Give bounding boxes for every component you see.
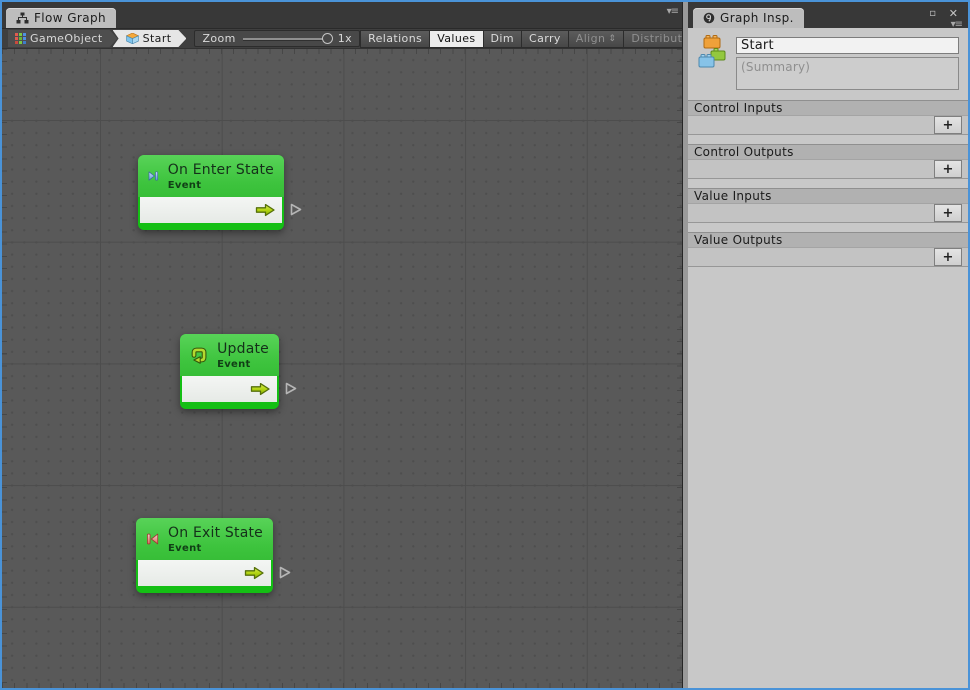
- add-control-input-button[interactable]: +: [934, 116, 962, 134]
- breadcrumb-start-label: Start: [143, 32, 172, 45]
- node-on-enter-state[interactable]: On Enter State Event: [138, 155, 284, 230]
- update-loop-icon: [189, 342, 209, 368]
- section-header: Control Inputs: [688, 100, 968, 116]
- flow-graph-icon: [16, 12, 29, 24]
- zoom-control: Zoom 1x: [194, 30, 360, 47]
- zoom-label: Zoom: [202, 32, 235, 45]
- graph-blocks-icon: [697, 34, 727, 70]
- node-port-row: [138, 560, 271, 586]
- values-button[interactable]: Values: [430, 30, 483, 48]
- align-button: Align⇕: [569, 30, 625, 48]
- on-enter-state-icon: [147, 163, 160, 189]
- maximize-icon[interactable]: ▫: [929, 8, 936, 20]
- breadcrumb-gameobject[interactable]: GameObject: [8, 30, 118, 47]
- section-header: Value Inputs: [688, 188, 968, 204]
- start-graph-cube-icon: [126, 33, 139, 44]
- node-subtitle: Event: [168, 543, 263, 554]
- node-header: On Exit State Event: [136, 518, 273, 560]
- breadcrumb-gameobject-label: GameObject: [30, 32, 103, 45]
- graph-summary-textarea[interactable]: [736, 57, 959, 90]
- node-subtitle: Event: [217, 359, 269, 370]
- section-value-inputs: Value Inputs +: [688, 188, 968, 223]
- control-output-arrow-icon[interactable]: [244, 566, 265, 580]
- control-output-arrow-icon[interactable]: [250, 382, 271, 396]
- node-title: Update: [217, 341, 269, 357]
- add-value-output-button[interactable]: +: [934, 248, 962, 266]
- section-empty-list: +: [688, 248, 968, 267]
- graph-title-input[interactable]: [736, 37, 959, 54]
- section-empty-list: +: [688, 204, 968, 223]
- node-header: Update Event: [180, 334, 279, 376]
- zoom-slider-thumb[interactable]: [322, 33, 333, 44]
- section-empty-list: +: [688, 160, 968, 179]
- on-exit-state-icon: [145, 526, 160, 552]
- tab-flow-graph[interactable]: Flow Graph: [6, 8, 116, 28]
- add-value-input-button[interactable]: +: [934, 204, 962, 222]
- section-header: Control Outputs: [688, 144, 968, 160]
- add-control-output-button[interactable]: +: [934, 160, 962, 178]
- port-sections: Control Inputs + Control Outputs + Value…: [688, 100, 968, 267]
- gameobject-icon: [15, 33, 26, 44]
- node-title: On Exit State: [168, 525, 263, 541]
- breadcrumb-start[interactable]: Start: [113, 30, 187, 47]
- graph-inspector-panel: Graph Insp. ▫ ✕ ▾≡: [688, 2, 968, 688]
- output-port-triangle[interactable]: [284, 381, 298, 396]
- relations-button[interactable]: Relations: [360, 30, 430, 48]
- inspector-tab-strip: Graph Insp. ▫ ✕ ▾≡: [688, 2, 968, 28]
- output-port-triangle[interactable]: [289, 202, 303, 217]
- flow-graph-tab-strip: Flow Graph ▾≡: [2, 2, 682, 28]
- node-port-row: [140, 197, 282, 223]
- distribute-button: Distribute⇕: [624, 30, 682, 48]
- section-header: Value Outputs: [688, 232, 968, 248]
- tab-flow-graph-label: Flow Graph: [34, 11, 106, 25]
- zoom-slider[interactable]: [243, 38, 331, 40]
- unity-bolt-window: Flow Graph ▾≡ GameObject Start: [0, 0, 970, 690]
- output-port-triangle[interactable]: [278, 565, 292, 580]
- flow-graph-panel: Flow Graph ▾≡ GameObject Start: [2, 2, 682, 688]
- section-value-outputs: Value Outputs +: [688, 232, 968, 267]
- dim-button[interactable]: Dim: [484, 30, 522, 48]
- toolbar-buttons: Relations Values Dim Carry Align⇕ Distri…: [360, 30, 682, 48]
- node-update[interactable]: Update Event: [180, 334, 279, 409]
- node-title: On Enter State: [168, 162, 274, 178]
- carry-button[interactable]: Carry: [522, 30, 569, 48]
- node-subtitle: Event: [168, 180, 274, 191]
- inspector-fields: [736, 34, 959, 94]
- node-header: On Enter State Event: [138, 155, 284, 197]
- graph-canvas[interactable]: On Enter State Event: [2, 48, 682, 688]
- zoom-value: 1x: [338, 32, 352, 45]
- node-port-row: [182, 376, 277, 402]
- tab-graph-inspector[interactable]: Graph Insp.: [693, 8, 804, 28]
- section-empty-list: +: [688, 116, 968, 135]
- canvas-left-ticks: [2, 49, 7, 688]
- node-on-exit-state[interactable]: On Exit State Event: [136, 518, 273, 593]
- inspector-content: Control Inputs + Control Outputs + Value…: [688, 28, 968, 688]
- dropdown-arrows-icon: ⇕: [608, 34, 616, 44]
- section-control-inputs: Control Inputs +: [688, 100, 968, 135]
- control-output-arrow-icon[interactable]: [255, 203, 276, 217]
- pane-menu-icon[interactable]: ▾≡: [667, 6, 678, 17]
- graph-inspector-icon: [703, 12, 715, 24]
- inspector-header: [688, 28, 968, 92]
- flow-graph-toolbar: GameObject Start Zoom 1x Relations Value…: [2, 28, 682, 48]
- tab-graph-inspector-label: Graph Insp.: [720, 11, 794, 25]
- section-control-outputs: Control Outputs +: [688, 144, 968, 179]
